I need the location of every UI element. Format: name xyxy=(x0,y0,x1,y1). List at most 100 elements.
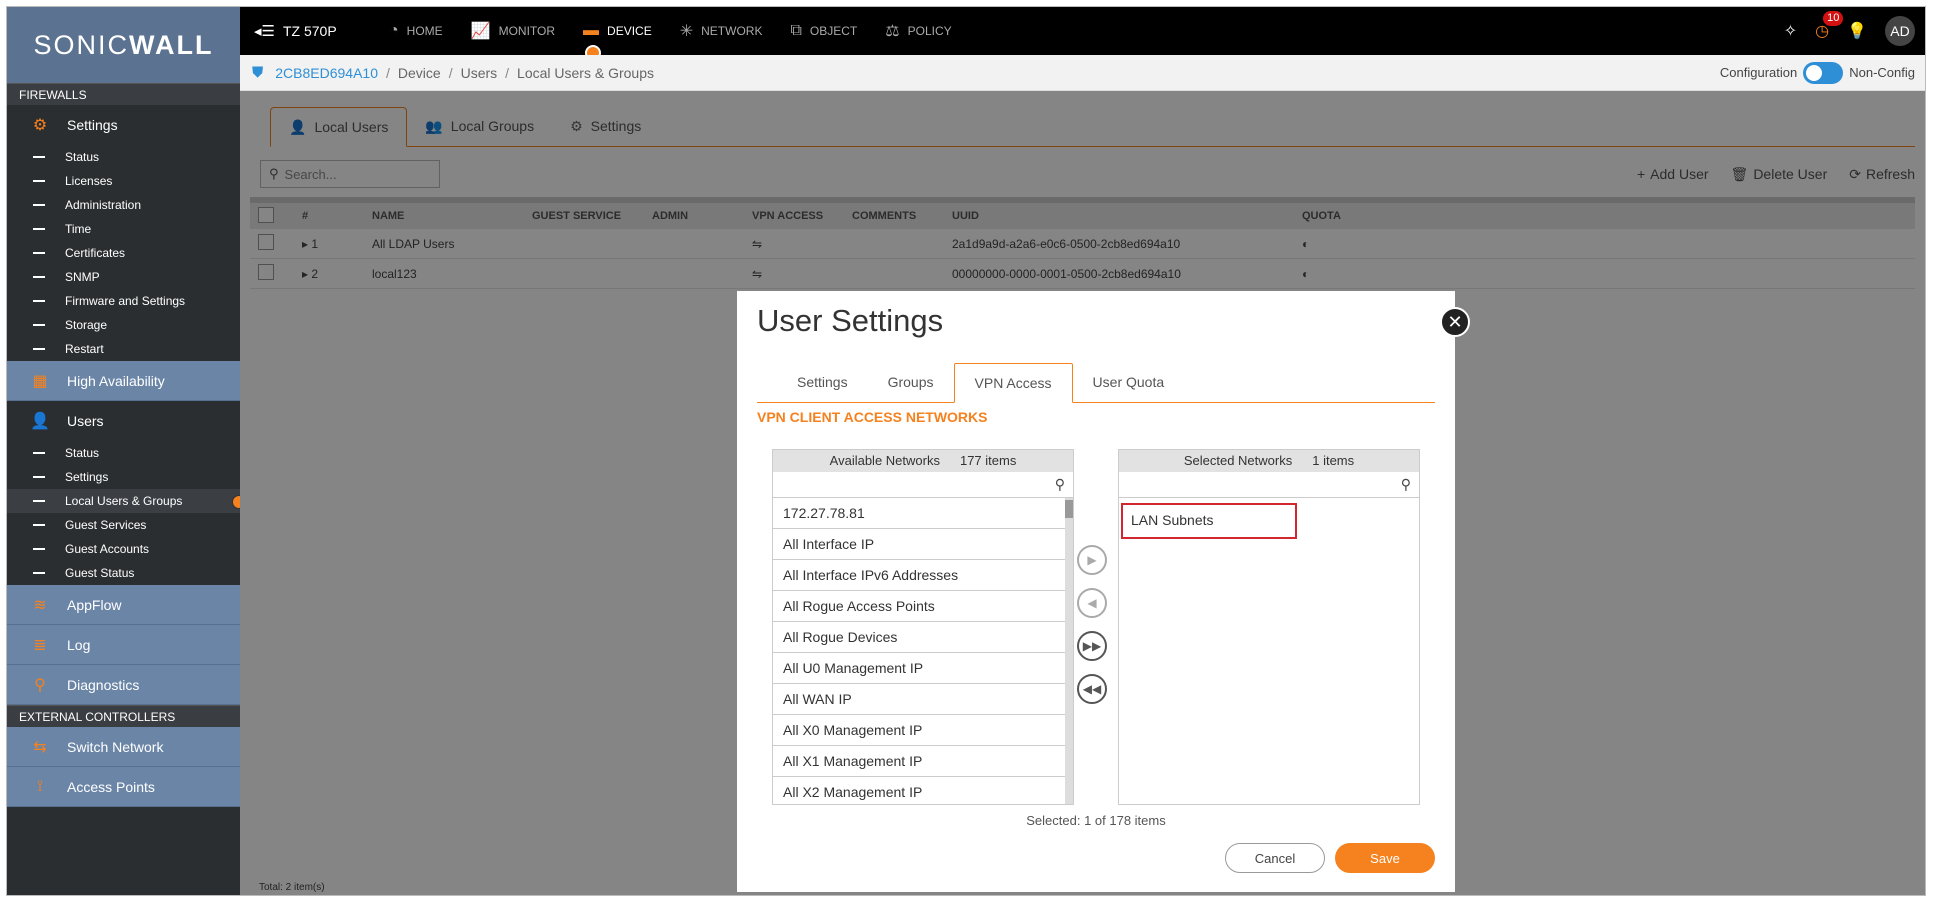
app-window: SONICWALL FIREWALLS ⚙ Settings Status Li… xyxy=(6,6,1926,896)
settings-icon: ⚙ xyxy=(32,117,48,134)
object-icon: ⧉ xyxy=(790,22,802,39)
available-networks-list: Available Networks 177 items ⚲ 172.27.78.… xyxy=(772,449,1074,805)
policy-icon: ⚖ xyxy=(885,23,900,40)
move-all-right-button[interactable]: ▶▶ xyxy=(1077,631,1107,661)
nav-network[interactable]: ✳ NETWORK xyxy=(666,7,777,55)
transfer-buttons: ▶ ◀ ▶▶ ◀◀ xyxy=(1077,545,1107,717)
sidebar-item-restart[interactable]: Restart xyxy=(7,337,240,361)
sidebar-group-users[interactable]: 👤 Users xyxy=(7,401,240,441)
available-search-input[interactable]: ⚲ xyxy=(773,472,1073,498)
dialog-tabs: Settings Groups VPN Access User Quota xyxy=(757,363,1435,403)
sidebar-group-high-availability[interactable]: ▦ High Availability xyxy=(7,361,240,401)
list-item[interactable]: All X1 Management IP xyxy=(773,746,1065,777)
sidebar-item-users-status[interactable]: Status xyxy=(7,441,240,465)
selected-networks-list: Selected Networks 1 items ⚲ LAN Subnets xyxy=(1118,449,1420,805)
selected-networks-header: Selected Networks 1 items xyxy=(1119,450,1419,472)
cancel-button[interactable]: Cancel xyxy=(1225,843,1325,873)
top-navigation-bar: ◂☰ TZ 570P ◔ HOME 📈 MONITOR ▬ DEVICE ✳ NETWO… xyxy=(240,7,1925,61)
sidebar-group-switch-network[interactable]: ⇆ Switch Network xyxy=(7,727,240,767)
tab-vpn-access[interactable]: VPN Access xyxy=(953,363,1073,403)
breadcrumb-bar: ⛊ 2CB8ED694A10 / Device / Users / Local … xyxy=(240,55,1925,91)
sonicwall-logo: SONICWALL xyxy=(7,7,240,83)
nav-object[interactable]: ⧉ OBJECT xyxy=(776,7,871,55)
sidebar-group-access-points[interactable]: ⟟ Access Points xyxy=(7,767,240,807)
nav-policy[interactable]: ⚖ POLICY xyxy=(871,7,965,55)
config-mode-switch: Configuration Non-Config xyxy=(1720,61,1925,84)
sidebar-item-certificates[interactable]: Certificates xyxy=(7,241,240,265)
device-selector[interactable]: ◂☰ TZ 570P xyxy=(240,22,375,40)
list-item[interactable]: All U0 Management IP xyxy=(773,653,1065,684)
tab-user-settings[interactable]: Settings xyxy=(777,362,868,402)
switch-network-icon: ⇆ xyxy=(33,738,47,756)
selected-count: Selected: 1 of 178 items xyxy=(1026,813,1166,828)
monitor-icon: 📈 xyxy=(470,23,491,40)
nav-home[interactable]: ◔ HOME xyxy=(375,7,457,55)
breadcrumb-device[interactable]: Device xyxy=(398,65,441,81)
sidebar-item-licenses[interactable]: Licenses xyxy=(7,169,240,193)
sidebar-group-log[interactable]: ≣ Log xyxy=(7,625,240,665)
list-item[interactable]: All Interface IPv6 Addresses xyxy=(773,560,1065,591)
tab-user-quota[interactable]: User Quota xyxy=(1073,362,1185,402)
breadcrumb-serial[interactable]: 2CB8ED694A10 xyxy=(275,65,378,81)
diagnostics-icon: ⚲ xyxy=(34,676,46,694)
sidebar: SONICWALL FIREWALLS ⚙ Settings Status Li… xyxy=(7,7,246,895)
appflow-icon: ≋ xyxy=(33,596,47,614)
list-item[interactable]: All Rogue Access Points xyxy=(773,591,1065,622)
sidebar-item-firmware[interactable]: Firmware and Settings xyxy=(7,289,240,313)
notifications-icon[interactable]: ◷ 10 xyxy=(1815,11,1844,41)
list-item[interactable]: All Rogue Devices xyxy=(773,622,1065,653)
section-title: VPN CLIENT ACCESS NETWORKS xyxy=(757,409,988,425)
search-icon: ⚲ xyxy=(1054,476,1065,492)
list-item[interactable]: All X0 Management IP xyxy=(773,715,1065,746)
avatar[interactable]: AD xyxy=(1885,16,1915,46)
sidebar-item-time[interactable]: Time xyxy=(7,217,240,241)
breadcrumb-users[interactable]: Users xyxy=(461,65,498,81)
scrollbar[interactable] xyxy=(1065,498,1073,804)
sidebar-item-guest-accounts[interactable]: Guest Accounts xyxy=(7,537,240,561)
sidebar-item-snmp[interactable]: SNMP xyxy=(7,265,240,289)
log-icon: ≣ xyxy=(33,636,47,654)
lightbulb-icon[interactable]: 💡 xyxy=(1847,21,1867,41)
sidebar-group-diagnostics[interactable]: ⚲ Diagnostics xyxy=(7,665,240,705)
sidebar-item-administration[interactable]: Administration xyxy=(7,193,240,217)
user-settings-dialog: User Settings Settings Groups VPN Access… xyxy=(737,291,1455,892)
sidebar-item-guest-services[interactable]: Guest Services xyxy=(7,513,240,537)
move-all-left-button[interactable]: ◀◀ xyxy=(1077,674,1107,704)
collapse-menu-icon[interactable]: ◂☰ xyxy=(254,22,275,40)
shield-icon: ⛊ xyxy=(252,64,264,81)
sidebar-item-guest-status[interactable]: Guest Status xyxy=(7,561,240,585)
config-toggle[interactable] xyxy=(1803,61,1844,84)
list-item[interactable]: All WAN IP xyxy=(773,684,1065,715)
notification-badge: 10 xyxy=(1823,11,1844,26)
breadcrumb-local-users-groups: Local Users & Groups xyxy=(517,64,654,81)
search-icon: ⚲ xyxy=(1400,476,1411,492)
sidebar-item-users-settings[interactable]: Settings xyxy=(7,465,240,489)
available-items: 172.27.78.81 All Interface IP All Interf… xyxy=(773,498,1065,804)
sidebar-group-settings[interactable]: ⚙ Settings xyxy=(7,105,240,145)
available-networks-header: Available Networks 177 items xyxy=(773,450,1073,472)
main-nav: ◔ HOME 📈 MONITOR ▬ DEVICE ✳ NETWORK ⧉ OBJECT … xyxy=(375,7,966,61)
tab-groups[interactable]: Groups xyxy=(868,362,954,402)
device-icon: ▬ xyxy=(583,22,600,39)
list-item[interactable]: 172.27.78.81 xyxy=(773,498,1065,529)
move-left-button[interactable]: ◀ xyxy=(1077,588,1107,618)
sidebar-item-storage[interactable]: Storage xyxy=(7,313,240,337)
wizard-icon[interactable]: ✧ xyxy=(1784,21,1797,41)
sidebar-item-local-users-groups[interactable]: Local Users & Groups xyxy=(7,489,246,513)
move-right-button[interactable]: ▶ xyxy=(1077,545,1107,575)
total-items: Total: 2 item(s) xyxy=(259,882,325,893)
nav-monitor[interactable]: 📈 MONITOR xyxy=(457,7,569,55)
selected-search-input[interactable]: ⚲ xyxy=(1119,472,1419,498)
high-availability-icon: ▦ xyxy=(32,372,48,390)
close-icon[interactable]: ✕ xyxy=(1440,307,1470,337)
topbar-right: ✧ ◷ 10 💡 AD xyxy=(1784,11,1925,46)
sidebar-group-appflow[interactable]: ≋ AppFlow xyxy=(7,585,240,625)
section-external-controllers: EXTERNAL CONTROLLERS xyxy=(7,705,240,727)
dialog-title: User Settings xyxy=(757,303,944,338)
list-item[interactable]: All X2 Management IP xyxy=(773,777,1065,804)
nav-device[interactable]: ▬ DEVICE xyxy=(569,7,666,61)
list-item[interactable]: All Interface IP xyxy=(773,529,1065,560)
selected-item-lan-subnets[interactable]: LAN Subnets xyxy=(1121,503,1297,539)
sidebar-item-status[interactable]: Status xyxy=(7,145,240,169)
save-button[interactable]: Save xyxy=(1335,843,1435,873)
